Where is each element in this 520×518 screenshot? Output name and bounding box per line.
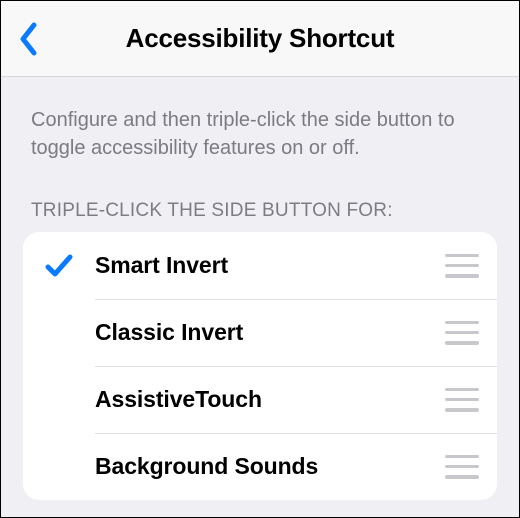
description-text: Configure and then triple-click the side…	[1, 77, 519, 162]
list-item-label: Smart Invert	[95, 252, 445, 279]
chevron-left-icon	[19, 22, 39, 56]
page-title: Accessibility Shortcut	[1, 23, 519, 54]
reorder-handle-icon[interactable]	[445, 388, 479, 412]
list-item-label: AssistiveTouch	[95, 386, 445, 413]
list-item-label: Classic Invert	[95, 319, 445, 346]
check-slot	[23, 253, 95, 279]
list-item-label: Background Sounds	[95, 453, 445, 480]
check-slot	[23, 454, 95, 480]
back-button[interactable]	[11, 1, 47, 77]
list-item[interactable]: Classic Invert	[23, 299, 497, 366]
list-item[interactable]: Smart Invert	[23, 232, 497, 299]
section-header: TRIPLE-CLICK THE SIDE BUTTON FOR:	[1, 162, 519, 232]
reorder-handle-icon[interactable]	[445, 254, 479, 278]
list-item[interactable]: AssistiveTouch	[23, 366, 497, 433]
settings-screen: Accessibility Shortcut Configure and the…	[0, 0, 520, 518]
check-slot	[23, 387, 95, 413]
list-item[interactable]: Background Sounds	[23, 433, 497, 500]
reorder-handle-icon[interactable]	[445, 455, 479, 479]
navbar: Accessibility Shortcut	[1, 1, 519, 77]
content: Configure and then triple-click the side…	[1, 77, 519, 500]
checkmark-icon	[45, 253, 73, 279]
check-slot	[23, 320, 95, 346]
shortcut-list: Smart Invert Classic Invert As	[23, 232, 497, 500]
reorder-handle-icon[interactable]	[445, 321, 479, 345]
